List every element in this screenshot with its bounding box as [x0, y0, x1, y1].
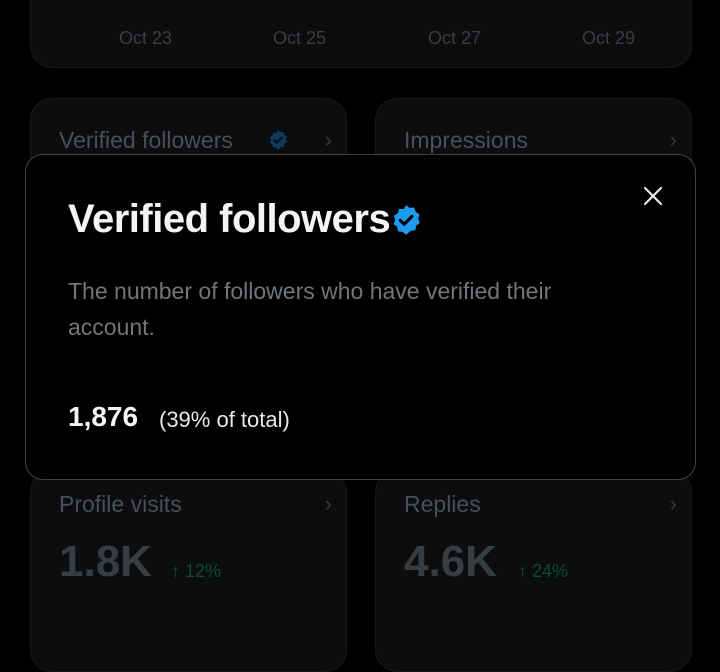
metric-value: 1.8K: [59, 537, 152, 586]
close-icon[interactable]: [638, 181, 668, 211]
date-label: Oct 25: [273, 28, 327, 48]
chevron-right-icon: ›: [669, 127, 677, 152]
dialog-description: The number of followers who have verifie…: [68, 278, 552, 340]
verified-count: 1,876: [68, 401, 139, 432]
card-title: Replies: [404, 491, 481, 517]
chart-card: 0 Oct 23 Oct 25 Oct 27 Oct 29: [30, 0, 692, 68]
dialog-title: Verified followers: [68, 197, 391, 241]
date-label: Oct 29: [582, 28, 636, 48]
metric-change: ↑ 12%: [171, 561, 222, 581]
metric-value: 4.6K: [404, 537, 497, 586]
chevron-right-icon: ›: [324, 127, 332, 152]
verified-followers-dialog: Verified followers The number of followe…: [25, 154, 696, 480]
card-title: Profile visits: [59, 491, 182, 517]
replies-card[interactable]: Replies › 4.6K ↑ 24%: [375, 470, 692, 672]
chevron-right-icon: ›: [669, 491, 677, 516]
date-label: Oct 27: [428, 28, 482, 48]
metric-change: ↑ 24%: [518, 561, 569, 581]
chevron-right-icon: ›: [324, 491, 332, 516]
date-label: Oct 23: [119, 28, 173, 48]
verified-share: (39% of total): [159, 407, 290, 432]
verified-badge-icon: [393, 205, 420, 235]
verified-badge-icon: [269, 130, 287, 150]
close-button[interactable]: [638, 181, 668, 211]
card-title: Impressions: [404, 127, 528, 153]
card-title: Verified followers: [59, 127, 233, 153]
profile-visits-card[interactable]: Profile visits › 1.8K ↑ 12%: [30, 470, 347, 672]
